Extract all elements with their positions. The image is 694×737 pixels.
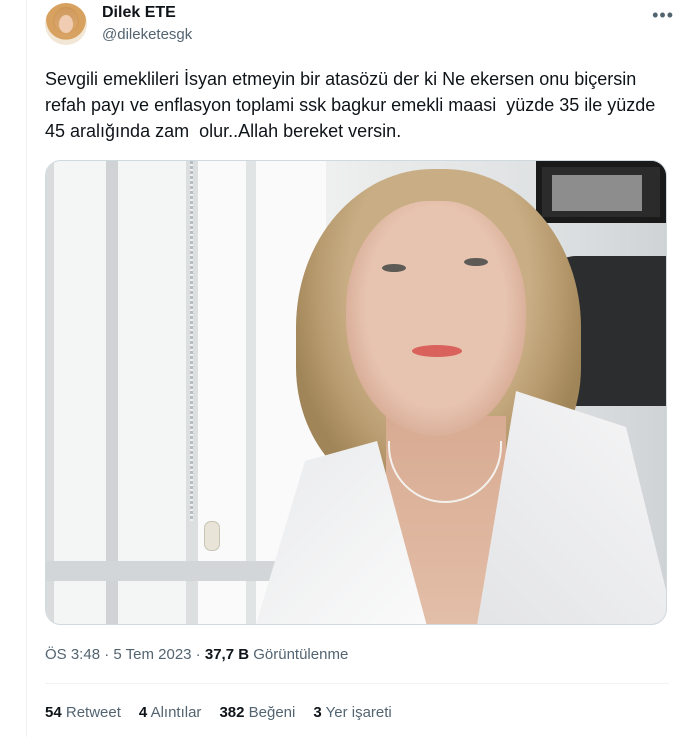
retweets-stat[interactable]: 54 Retweet xyxy=(45,704,121,721)
photo-window-frame xyxy=(106,161,118,624)
likes-label: Beğeni xyxy=(248,704,296,721)
quotes-count: 4 xyxy=(138,704,148,721)
avatar-face xyxy=(59,15,73,33)
retweets-label: Retweet xyxy=(65,704,121,721)
tweet-card: Dilek ETE @dileketesgk ••• Sevgili emekl… xyxy=(26,0,694,737)
avatar[interactable] xyxy=(45,3,87,45)
quotes-label: Alıntılar xyxy=(150,704,202,721)
more-horizontal-icon[interactable]: ••• xyxy=(652,5,674,26)
bookmarks-stat[interactable]: 3 Yer işareti xyxy=(313,704,391,721)
meta-separator: · xyxy=(100,646,114,663)
photo-blind-chain xyxy=(190,161,193,521)
bookmarks-count: 3 xyxy=(313,704,322,721)
tweet-photo[interactable] xyxy=(45,160,667,625)
retweets-count: 54 xyxy=(45,704,62,721)
likes-count: 382 xyxy=(219,704,245,721)
photo-eye xyxy=(464,258,488,266)
tweet-date[interactable]: 5 Tem 2023 xyxy=(113,646,191,663)
photo-wall-frame xyxy=(536,161,666,223)
bookmarks-label: Yer işareti xyxy=(325,704,392,721)
photo-window-frame xyxy=(246,161,256,624)
views-count: 37,7 B xyxy=(204,646,250,663)
tweet-stats: 54 Retweet 4 Alıntılar 382 Beğeni 3 Yer … xyxy=(45,704,410,721)
divider xyxy=(45,683,669,684)
likes-stat[interactable]: 382 Beğeni xyxy=(219,704,295,721)
meta-separator: · xyxy=(191,646,205,663)
photo-blind-pendant xyxy=(204,521,220,551)
tweet-time[interactable]: ÖS 3:48 xyxy=(45,646,100,663)
quotes-stat[interactable]: 4 Alıntılar xyxy=(139,704,202,721)
author-name[interactable]: Dilek ETE xyxy=(102,4,176,22)
views-label: Görüntülenme xyxy=(253,646,349,663)
photo-eye xyxy=(382,264,406,272)
photo-face xyxy=(346,201,526,436)
photo-mouth xyxy=(412,345,462,357)
tweet-text: Sevgili emeklileri İsyan etmeyin bir ata… xyxy=(45,69,661,141)
author-handle[interactable]: @dileketesgk xyxy=(102,26,192,43)
tweet-meta: ÖS 3:48 · 5 Tem 2023 · 37,7 B Görüntülen… xyxy=(45,646,348,663)
